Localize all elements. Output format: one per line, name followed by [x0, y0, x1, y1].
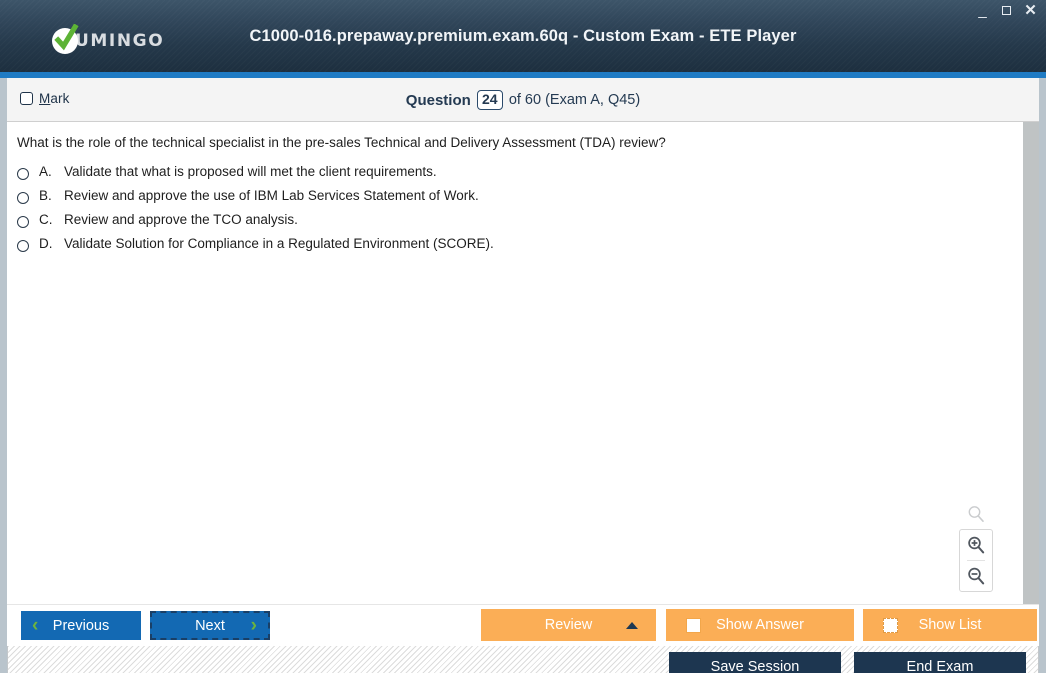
option-text: Validate that what is proposed will met … [64, 164, 437, 179]
square-dashed-icon [883, 617, 898, 633]
magnifier-icon[interactable] [959, 499, 993, 529]
show-list-button-label: Show List [918, 617, 982, 633]
save-session-button[interactable]: Save Session [669, 652, 841, 673]
question-number-field[interactable]: 24 [476, 90, 503, 110]
question-total-label: of 60 (Exam A, Q45) [508, 92, 641, 108]
previous-button-label: Previous [52, 617, 110, 634]
session-footer: Save Session End Exam [7, 646, 1039, 673]
maximize-icon[interactable] [999, 3, 1014, 18]
question-text: What is the role of the technical specia… [17, 135, 666, 150]
question-content-area: What is the role of the technical specia… [7, 122, 1039, 604]
chevron-left-icon: ‹ [32, 615, 39, 636]
answer-option-a[interactable]: A. Validate that what is proposed will m… [17, 164, 1009, 188]
ete-player-window: UMINGO C1000-016.prepaway.premium.exam.6… [0, 0, 1046, 673]
zoom-tools [959, 499, 993, 592]
next-button[interactable]: Next › [150, 611, 270, 640]
close-icon[interactable]: ✕ [1023, 3, 1038, 18]
show-answer-button-label: Show Answer [716, 617, 804, 633]
show-list-button[interactable]: Show List [863, 609, 1037, 641]
radio-icon[interactable] [17, 168, 29, 180]
next-button-label: Next [195, 617, 225, 634]
radio-icon[interactable] [17, 240, 29, 252]
navigation-toolbar: ‹ Previous Next › Review Show Answer Sho… [7, 604, 1039, 646]
logo-text: UMINGO [75, 31, 165, 51]
option-letter: A. [39, 164, 52, 179]
answer-option-d[interactable]: D. Validate Solution for Compliance in a… [17, 236, 1009, 260]
radio-icon[interactable] [17, 192, 29, 204]
save-session-label: Save Session [710, 659, 800, 673]
content-scrollbar[interactable] [1023, 122, 1039, 604]
question-counter: Question 24 of 60 (Exam A, Q45) [7, 90, 1039, 110]
question-word: Question [405, 91, 471, 109]
chevron-right-icon: › [250, 615, 257, 636]
minimize-icon[interactable]: _ [975, 3, 990, 18]
answer-options-list: A. Validate that what is proposed will m… [17, 164, 1009, 260]
window-controls: _ ✕ [975, 3, 1038, 18]
zoom-panel [959, 529, 993, 592]
square-icon [686, 617, 701, 633]
option-letter: D. [39, 236, 53, 251]
option-text: Review and approve the TCO analysis. [64, 212, 298, 227]
answer-option-b[interactable]: B. Review and approve the use of IBM Lab… [17, 188, 1009, 212]
option-text: Review and approve the use of IBM Lab Se… [64, 188, 479, 203]
previous-button[interactable]: ‹ Previous [21, 611, 141, 640]
show-answer-button[interactable]: Show Answer [666, 609, 854, 641]
magnifier-plus-icon[interactable] [960, 530, 992, 560]
radio-icon[interactable] [17, 216, 29, 228]
end-exam-label: End Exam [906, 659, 974, 673]
magnifier-minus-icon[interactable] [960, 561, 992, 591]
vumingo-logo: UMINGO [52, 24, 165, 56]
option-text: Validate Solution for Compliance in a Re… [64, 236, 494, 251]
review-button-label: Review [544, 617, 593, 633]
answer-option-c[interactable]: C. Review and approve the TCO analysis. [17, 212, 1009, 236]
review-button[interactable]: Review [481, 609, 656, 641]
chevron-up-icon [626, 621, 638, 629]
end-exam-button[interactable]: End Exam [854, 652, 1026, 673]
title-bar: UMINGO C1000-016.prepaway.premium.exam.6… [0, 0, 1046, 72]
option-letter: B. [39, 188, 52, 203]
question-header-bar: Mark Question 24 of 60 (Exam A, Q45) [7, 78, 1039, 122]
main-frame: Mark Question 24 of 60 (Exam A, Q45) Wha… [0, 78, 1046, 673]
option-letter: C. [39, 212, 53, 227]
checkmark-icon [52, 24, 79, 54]
